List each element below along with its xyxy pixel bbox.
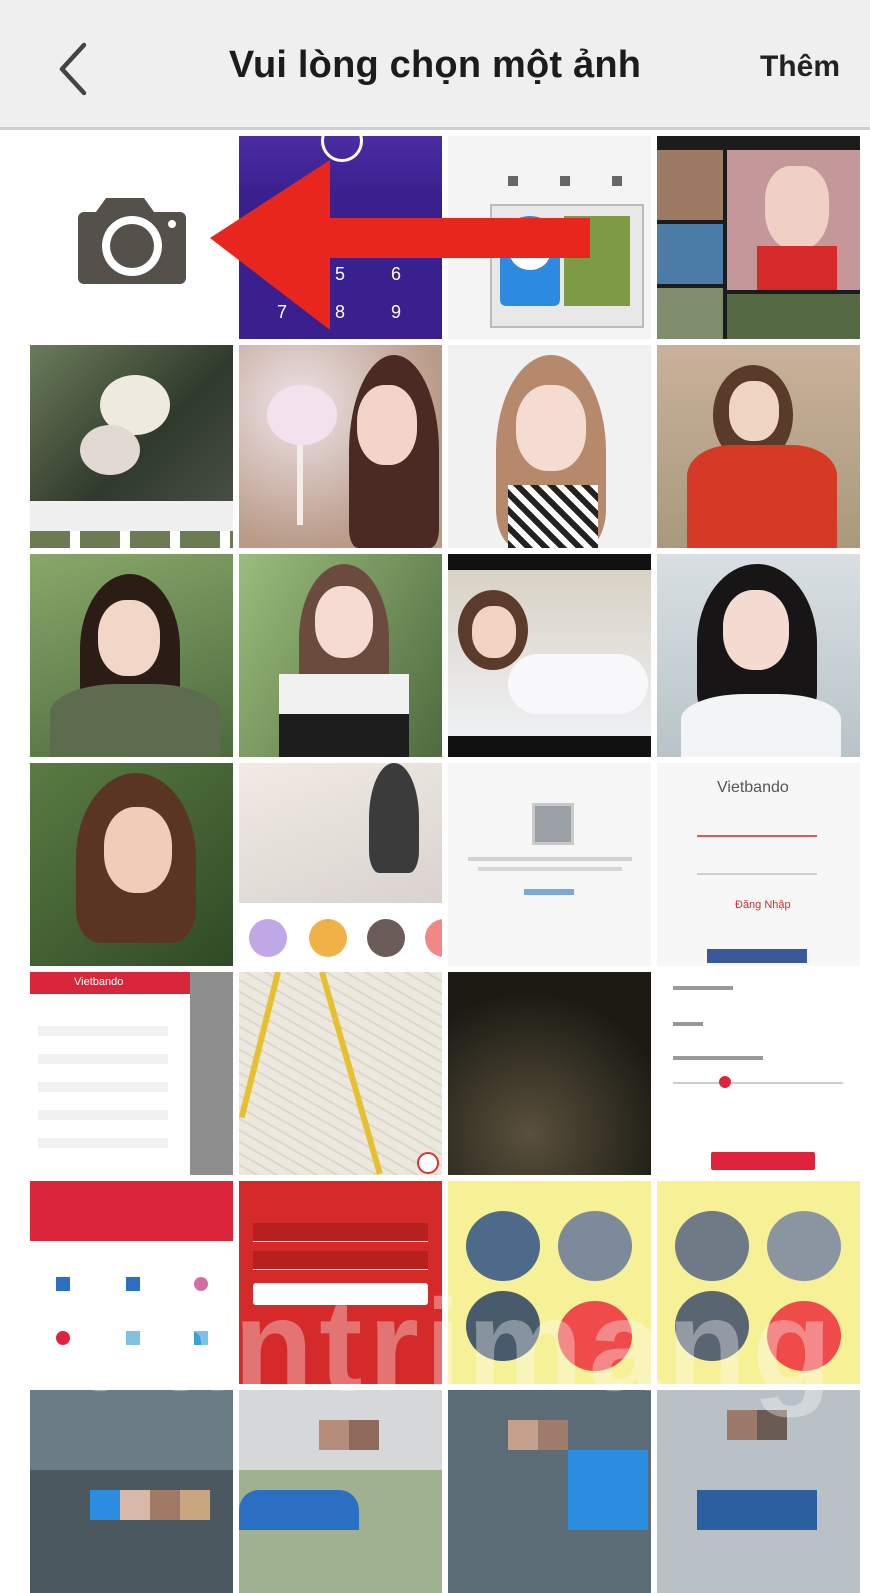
photo-tile-girl-lollipop[interactable] xyxy=(239,345,442,548)
lock-digit: 8 xyxy=(335,302,346,322)
lock-digit: 7 xyxy=(277,302,288,322)
more-button[interactable]: Thêm xyxy=(760,50,840,84)
vietbando-login-label: Đăng Nhập xyxy=(735,899,791,911)
photo-tile-pixelated-1[interactable] xyxy=(30,1390,233,1593)
photo-tile-lockscreen[interactable]: 5 6 7 8 9 xyxy=(239,136,442,339)
photo-tile-app-red-form[interactable] xyxy=(239,1181,442,1384)
photo-tile-girl-red-dress[interactable] xyxy=(657,345,860,548)
photo-tile-app-red-menu[interactable] xyxy=(30,1181,233,1384)
camera-tile[interactable] xyxy=(30,136,233,339)
photo-grid: 5 6 7 8 9 Vietbando Đăng Nhập Vietbando xyxy=(30,136,860,1593)
top-bar: Vui lòng chọn một ảnh Thêm xyxy=(0,0,870,130)
photo-tile-girl-lying[interactable] xyxy=(448,554,651,757)
photo-tile-girl-bw-top[interactable] xyxy=(239,554,442,757)
photo-tile-flowers[interactable] xyxy=(30,345,233,548)
lock-digit: 5 xyxy=(335,264,346,284)
photo-tile-map[interactable] xyxy=(239,972,442,1175)
photo-tile-hearts-sticker-2[interactable] xyxy=(657,1181,860,1384)
photo-tile-hearts-sticker[interactable] xyxy=(448,1181,651,1384)
photo-tile-pixelated-3[interactable] xyxy=(448,1390,651,1593)
photo-tile-pixelated-4[interactable] xyxy=(657,1390,860,1593)
lock-digit: 6 xyxy=(391,264,402,284)
camera-icon xyxy=(77,197,186,284)
photo-tile-girl-white-top[interactable] xyxy=(657,554,860,757)
photo-tile-screenshot-blank[interactable] xyxy=(448,763,651,966)
photo-tile-collage[interactable] xyxy=(657,136,860,339)
page-title: Vui lòng chọn một ảnh xyxy=(228,44,642,86)
photo-tile-dark-night[interactable] xyxy=(448,972,651,1175)
vietbando-title: Vietbando xyxy=(717,779,789,796)
photo-tile-vietbando-menu[interactable]: Vietbando xyxy=(30,972,233,1175)
photo-tile-girl-striped[interactable] xyxy=(448,345,651,548)
lock-digit: 9 xyxy=(391,302,402,322)
photo-tile-girl-smile[interactable] xyxy=(30,763,233,966)
photo-tile-pixelated-2[interactable] xyxy=(239,1390,442,1593)
vietbando-menu-title: Vietbando xyxy=(74,976,124,988)
photo-tile-app-pastel[interactable] xyxy=(239,763,442,966)
photo-tile-screenshot-doraemon[interactable] xyxy=(448,136,651,339)
photo-tile-settings-form[interactable] xyxy=(657,972,860,1175)
photo-tile-vietbando-login[interactable]: Vietbando Đăng Nhập xyxy=(657,763,860,966)
photo-tile-girl-green-jacket[interactable] xyxy=(30,554,233,757)
